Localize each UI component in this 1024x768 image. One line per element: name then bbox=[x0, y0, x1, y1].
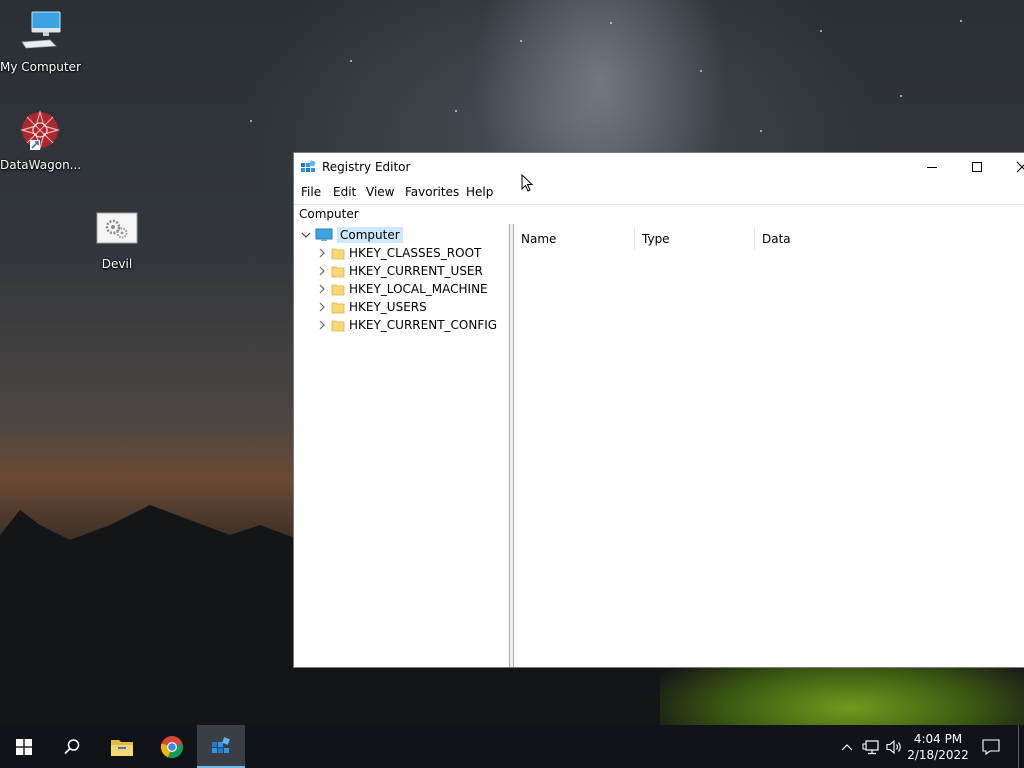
minimize-button[interactable] bbox=[909, 153, 955, 181]
volume-button[interactable] bbox=[884, 725, 906, 768]
start-icon bbox=[16, 738, 32, 755]
desktop-icon-label: DataWagon... bbox=[0, 158, 82, 172]
search-icon bbox=[64, 738, 80, 754]
maximize-button[interactable] bbox=[954, 153, 1000, 181]
folder-icon bbox=[331, 264, 345, 278]
tree-item-label[interactable]: HKEY_CURRENT_USER bbox=[349, 264, 483, 278]
taskbar: 4:04 PM 2/18/2022 bbox=[0, 725, 1024, 768]
address-bar[interactable]: Computer bbox=[294, 204, 1024, 225]
chevron-right-icon[interactable] bbox=[315, 282, 329, 296]
file-explorer-icon bbox=[111, 739, 133, 756]
registry-editor-taskbar-button[interactable] bbox=[197, 725, 245, 768]
chrome-button[interactable] bbox=[148, 725, 196, 768]
tree-item-label[interactable]: HKEY_CURRENT_CONFIG bbox=[349, 318, 497, 332]
menu-bar: File Edit View Favorites Help bbox=[294, 181, 1024, 203]
tree-item-label[interactable]: HKEY_CLASSES_ROOT bbox=[349, 246, 481, 260]
desktop-icon-label: Devil bbox=[101, 257, 133, 271]
folder-icon bbox=[331, 282, 345, 296]
tent-glow bbox=[660, 668, 1024, 725]
menu-file[interactable]: File bbox=[301, 185, 321, 199]
menu-help[interactable]: Help bbox=[466, 185, 493, 199]
values-list-pane[interactable]: Name Type Data bbox=[514, 224, 1024, 667]
chevron-right-icon[interactable] bbox=[315, 246, 329, 260]
my-computer-icon bbox=[16, 10, 64, 58]
tree-pane[interactable]: Computer HKEY_CLASSES_ROOT HKEY_CURRENT_… bbox=[294, 224, 510, 667]
start-button[interactable] bbox=[0, 725, 48, 768]
network-icon bbox=[862, 739, 879, 754]
minimize-icon bbox=[927, 167, 937, 168]
chevron-right-icon[interactable] bbox=[315, 300, 329, 314]
registry-editor-icon bbox=[212, 736, 230, 753]
desktop-icon-label: My Computer bbox=[0, 60, 81, 74]
show-hidden-icons-button[interactable] bbox=[838, 725, 856, 768]
menu-favorites[interactable]: Favorites bbox=[405, 185, 459, 199]
show-desktop-button[interactable] bbox=[1018, 725, 1019, 768]
registry-editor-app-icon bbox=[301, 160, 316, 175]
devil-settings-icon bbox=[93, 207, 141, 255]
column-header-type[interactable]: Type bbox=[635, 228, 755, 250]
clock-date: 2/18/2022 bbox=[907, 748, 969, 762]
network-button[interactable] bbox=[860, 725, 882, 768]
chrome-icon bbox=[160, 735, 183, 758]
maximize-icon bbox=[972, 162, 982, 172]
window-title: Registry Editor bbox=[322, 160, 411, 174]
address-text[interactable]: Computer bbox=[299, 207, 359, 221]
folder-icon bbox=[331, 246, 345, 260]
tree-item-hkey-classes-root[interactable]: HKEY_CLASSES_ROOT bbox=[315, 244, 481, 262]
menu-edit[interactable]: Edit bbox=[333, 185, 356, 199]
desktop-icon-my-computer[interactable]: My Computer bbox=[0, 10, 81, 74]
registry-editor-window: Registry Editor File Edit View Favorites… bbox=[293, 152, 1024, 668]
file-explorer-button[interactable] bbox=[98, 725, 146, 768]
tree-item-label[interactable]: HKEY_LOCAL_MACHINE bbox=[349, 282, 488, 296]
chevron-right-icon[interactable] bbox=[315, 318, 329, 332]
notification-icon bbox=[982, 738, 1000, 755]
clock-time: 4:04 PM bbox=[913, 732, 963, 746]
desktop-icon-devil[interactable]: Devil bbox=[77, 207, 157, 271]
taskbar-clock[interactable]: 4:04 PM 2/18/2022 bbox=[905, 731, 971, 763]
chevron-down-icon[interactable] bbox=[299, 228, 313, 242]
volume-icon bbox=[886, 739, 901, 754]
tree-item-hkey-current-user[interactable]: HKEY_CURRENT_USER bbox=[315, 262, 483, 280]
computer-icon bbox=[315, 228, 333, 242]
tree-item-label[interactable]: HKEY_USERS bbox=[349, 300, 427, 314]
folder-icon bbox=[331, 318, 345, 332]
chevron-right-icon[interactable] bbox=[315, 264, 329, 278]
desktop-icon-datawagon[interactable]: DataWagon... bbox=[0, 108, 82, 172]
tree-item-label[interactable]: Computer bbox=[337, 227, 403, 243]
tree-item-computer[interactable]: Computer bbox=[299, 226, 403, 244]
search-button[interactable] bbox=[48, 725, 96, 768]
column-header-name[interactable]: Name bbox=[514, 228, 635, 250]
close-button[interactable] bbox=[999, 153, 1024, 181]
chevron-up-icon bbox=[841, 743, 853, 750]
title-bar[interactable]: Registry Editor bbox=[294, 153, 1024, 181]
datawagon-icon bbox=[16, 108, 64, 156]
tree-item-hkey-current-config[interactable]: HKEY_CURRENT_CONFIG bbox=[315, 316, 497, 334]
close-icon bbox=[1016, 161, 1024, 173]
mouse-cursor-icon bbox=[521, 174, 534, 192]
folder-icon bbox=[331, 300, 345, 314]
action-center-button[interactable] bbox=[978, 725, 1004, 768]
tree-item-hkey-users[interactable]: HKEY_USERS bbox=[315, 298, 427, 316]
column-header-data[interactable]: Data bbox=[755, 228, 955, 250]
tree-item-hkey-local-machine[interactable]: HKEY_LOCAL_MACHINE bbox=[315, 280, 488, 298]
menu-view[interactable]: View bbox=[366, 185, 394, 199]
